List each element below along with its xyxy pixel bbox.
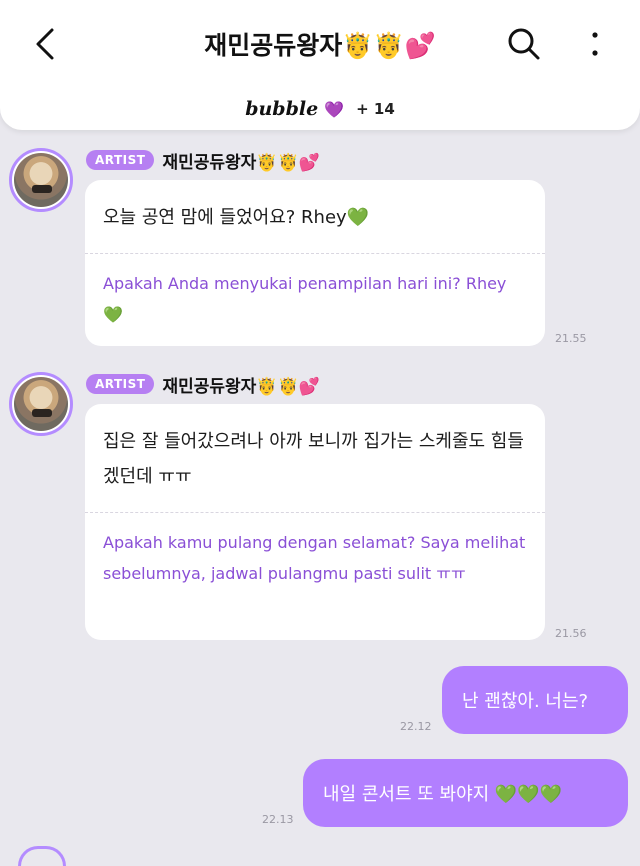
- artist-avatar[interactable]: [9, 372, 73, 436]
- message-text: 집은 잘 들어갔으려나 아까 보니까 집가는 스케줄도 힘들겠던데 ㅠㅠ: [103, 431, 524, 487]
- sender-name: 재민공듀왕자🤴🤴💕: [162, 376, 320, 397]
- purple-heart-icon: 💜: [324, 99, 345, 119]
- chat-header: 재민공듀왕자🤴🤴💕 bubble 💜 + 14: [0, 0, 640, 130]
- message-card[interactable]: 집은 잘 들어갔으려나 아까 보니까 집가는 스케줄도 힘들겠던데 ㅠㅠ Apa…: [85, 404, 545, 640]
- avatar-image: [14, 153, 68, 207]
- message-text: 오늘 공연 맘에 들었어요? Rhey💚: [103, 207, 370, 228]
- sender-name: 재민공듀왕자🤴🤴💕: [162, 152, 320, 173]
- message-time: 21.55: [555, 332, 587, 345]
- message-translation: Apakah kamu pulang dengan selamat? Saya …: [103, 533, 526, 583]
- sender-row: ARTIST 재민공듀왕자🤴🤴💕: [86, 372, 320, 397]
- bubble-members-info[interactable]: bubble 💜 + 14: [0, 96, 640, 122]
- artist-badge: ARTIST: [86, 374, 155, 394]
- my-message-time: 22.13: [262, 813, 294, 826]
- next-avatar-edge: [18, 846, 66, 866]
- search-icon[interactable]: [504, 24, 544, 64]
- message-card[interactable]: 오늘 공연 맘에 들었어요? Rhey💚 Apakah Anda menyuka…: [85, 180, 545, 346]
- bubble-member-count: + 14: [356, 100, 395, 118]
- avatar-image: [14, 377, 68, 431]
- chat-title: 재민공듀왕자🤴🤴💕: [204, 31, 436, 60]
- artist-badge: ARTIST: [86, 150, 155, 170]
- more-vertical-icon[interactable]: [582, 24, 608, 64]
- my-message-bubble[interactable]: 난 괜찮아. 너는?: [442, 666, 628, 734]
- my-message-bubble[interactable]: 내일 콘서트 또 봐야지 💚💚💚: [303, 759, 628, 827]
- my-message-time: 22.12: [400, 720, 432, 733]
- artist-avatar[interactable]: [9, 148, 73, 212]
- sender-row: ARTIST 재민공듀왕자🤴🤴💕: [86, 148, 320, 173]
- message-translation: Apakah Anda menyukai penampilan hari ini…: [103, 274, 507, 324]
- message-time: 21.56: [555, 627, 587, 640]
- bubble-logo: bubble: [245, 98, 319, 120]
